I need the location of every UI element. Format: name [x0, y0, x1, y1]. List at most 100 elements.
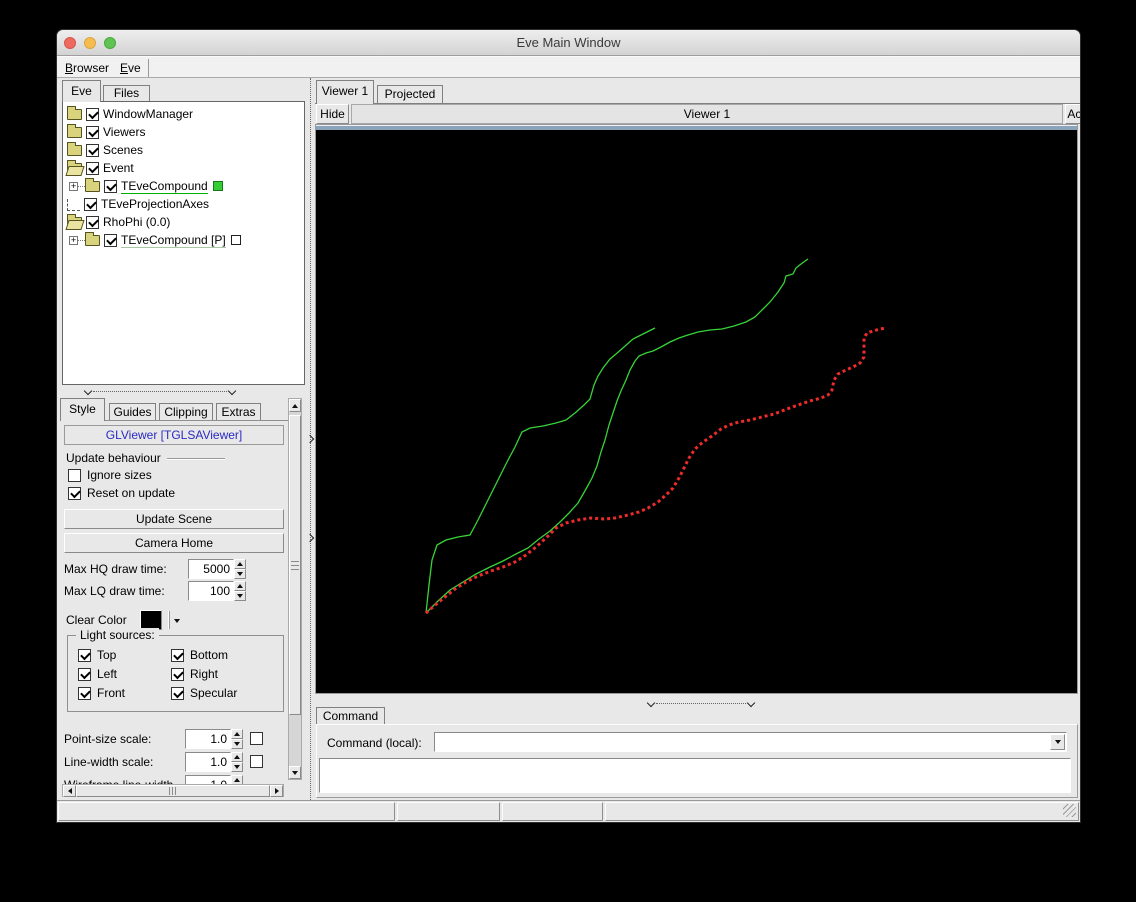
max-hq-stepper[interactable]: [234, 559, 246, 579]
light-right-checkbox[interactable]: [171, 667, 184, 681]
horizontal-splitter[interactable]: [83, 386, 237, 396]
spin-down-icon[interactable]: [231, 739, 243, 749]
tree-checkbox[interactable]: [104, 233, 117, 247]
tree-checkbox[interactable]: [86, 161, 99, 175]
scroll-right-icon[interactable]: [270, 785, 283, 797]
tab-extras[interactable]: Extras: [216, 403, 261, 420]
spin-down-icon[interactable]: [231, 762, 243, 772]
vertical-splitter[interactable]: [305, 78, 315, 800]
reset-on-update-checkbox[interactable]: [68, 486, 81, 500]
tree-item-event[interactable]: Event: [63, 159, 304, 177]
gl-viewport[interactable]: [315, 124, 1078, 694]
menu-browser[interactable]: Browser: [61, 60, 113, 76]
style-horizontal-scrollbar[interactable]: [62, 784, 284, 797]
tab-viewer-1[interactable]: Viewer 1: [316, 80, 374, 104]
scroll-left-icon[interactable]: [63, 785, 76, 797]
tree-item-tevecompound[interactable]: + TEveCompound: [63, 177, 304, 195]
actions-button[interactable]: Actions: [1065, 104, 1080, 124]
command-combobox[interactable]: [434, 732, 1067, 752]
viewer-title-bar[interactable]: Viewer 1: [351, 104, 1063, 124]
tab-eve[interactable]: Eve: [62, 80, 101, 102]
titlebar[interactable]: Eve Main Window: [57, 30, 1080, 56]
tree-item-viewers[interactable]: Viewers: [63, 123, 304, 141]
spin-up-icon[interactable]: [234, 581, 246, 591]
spin-up-icon[interactable]: [234, 559, 246, 569]
camera-home-button[interactable]: Camera Home: [64, 533, 284, 553]
tree-item-label[interactable]: Viewers: [103, 125, 145, 139]
tree-item-label[interactable]: Scenes: [103, 143, 143, 157]
light-top-row[interactable]: Top: [78, 648, 116, 662]
ignore-sizes-row[interactable]: Ignore sizes: [68, 468, 152, 482]
scrollbar-thumb[interactable]: [289, 415, 301, 715]
light-front-checkbox[interactable]: [78, 686, 91, 700]
light-front-row[interactable]: Front: [78, 686, 125, 700]
color-dropdown-icon[interactable]: [174, 619, 180, 623]
scrollbar-thumb[interactable]: [76, 785, 270, 797]
light-specular-checkbox[interactable]: [171, 686, 184, 700]
light-sources-group: Light sources: Top Bottom Left Right Fro…: [67, 628, 284, 712]
tab-guides[interactable]: Guides: [109, 403, 156, 420]
style-vertical-scrollbar[interactable]: [288, 398, 302, 780]
max-lq-stepper[interactable]: [234, 581, 246, 601]
clear-color-swatch[interactable]: [140, 610, 162, 630]
light-specular-row[interactable]: Specular: [171, 686, 237, 700]
tree-item-label[interactable]: TEveProjectionAxes: [101, 197, 209, 211]
tree-item-label[interactable]: TEveCompound: [121, 179, 208, 194]
hide-button[interactable]: Hide: [316, 104, 349, 124]
tab-command[interactable]: Command: [316, 707, 385, 725]
light-left-checkbox[interactable]: [78, 667, 91, 681]
tab-files[interactable]: Files: [103, 85, 150, 101]
point-size-checkbox[interactable]: [250, 732, 263, 745]
spin-down-icon[interactable]: [234, 591, 246, 601]
horizontal-splitter[interactable]: [646, 698, 756, 708]
tree-checkbox[interactable]: [86, 215, 99, 229]
light-bottom-checkbox[interactable]: [171, 648, 184, 662]
tree-item-rhophi[interactable]: RhoPhi (0.0): [63, 213, 304, 231]
line-width-stepper[interactable]: [231, 752, 243, 772]
scroll-up-icon[interactable]: [289, 399, 301, 412]
menubar: Browser Eve: [57, 56, 1080, 78]
tab-projected[interactable]: Projected: [377, 85, 443, 104]
point-size-input[interactable]: 1.0: [185, 729, 231, 749]
max-hq-input[interactable]: 5000: [188, 559, 234, 579]
update-scene-button[interactable]: Update Scene: [64, 509, 284, 529]
tree-checkbox[interactable]: [84, 197, 97, 211]
point-size-stepper[interactable]: [231, 729, 243, 749]
resize-grip-icon[interactable]: [1063, 804, 1076, 817]
line-width-checkbox[interactable]: [250, 755, 263, 768]
tree-checkbox[interactable]: [86, 143, 99, 157]
tree-item-scenes[interactable]: Scenes: [63, 141, 304, 159]
tree-checkbox[interactable]: [86, 125, 99, 139]
tab-style[interactable]: Style: [60, 398, 105, 421]
light-left-row[interactable]: Left: [78, 667, 117, 681]
tree-item-windowmanager[interactable]: WindowManager: [63, 105, 304, 123]
light-top-checkbox[interactable]: [78, 648, 91, 662]
spin-up-icon[interactable]: [231, 752, 243, 762]
tree-checkbox[interactable]: [104, 179, 117, 193]
expand-plus-icon[interactable]: +: [69, 235, 78, 245]
tree-item-teveprojectionaxes[interactable]: TEveProjectionAxes: [63, 195, 304, 213]
ignore-sizes-checkbox[interactable]: [68, 468, 81, 482]
glviewer-link[interactable]: GLViewer [TGLSAViewer]: [64, 425, 284, 445]
tree-item-label[interactable]: TEveCompound [P]: [121, 233, 226, 248]
point-size-label: Point-size scale:: [64, 732, 152, 746]
tree-item-label[interactable]: Event: [103, 161, 134, 175]
combo-dropdown-icon[interactable]: [1050, 734, 1065, 750]
tree-checkbox[interactable]: [86, 107, 99, 121]
command-output-area[interactable]: [319, 758, 1071, 793]
max-lq-input[interactable]: 100: [188, 581, 234, 601]
light-right-row[interactable]: Right: [171, 667, 218, 681]
tree-item-label[interactable]: WindowManager: [103, 107, 193, 121]
menu-eve[interactable]: Eve: [116, 60, 145, 76]
line-width-input[interactable]: 1.0: [185, 752, 231, 772]
tab-clipping[interactable]: Clipping: [159, 403, 213, 420]
tree-item-tevecompound-p[interactable]: + TEveCompound [P]: [63, 231, 304, 249]
spin-up-icon[interactable]: [231, 729, 243, 739]
light-bottom-row[interactable]: Bottom: [171, 648, 228, 662]
spin-down-icon[interactable]: [234, 569, 246, 579]
scroll-down-icon[interactable]: [289, 766, 301, 779]
command-input[interactable]: [434, 732, 1067, 752]
tree-item-label[interactable]: RhoPhi (0.0): [103, 215, 170, 229]
reset-on-update-row[interactable]: Reset on update: [68, 486, 175, 500]
expand-plus-icon[interactable]: +: [69, 181, 78, 191]
